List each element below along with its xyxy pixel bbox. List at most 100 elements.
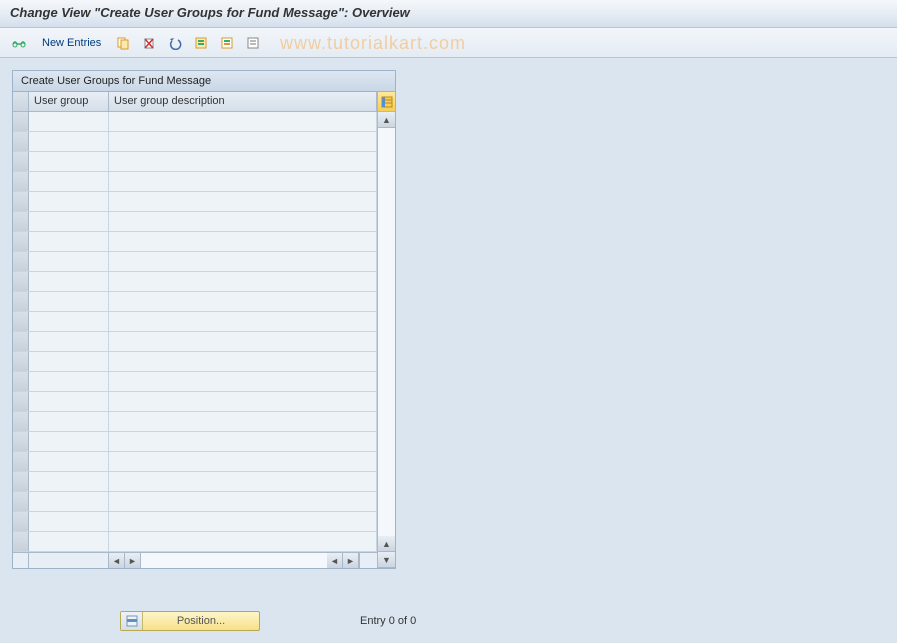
h-scroll-col-spacer [29,553,109,568]
panel-header: Create User Groups for Fund Message [13,71,395,92]
cell-user-group-desc[interactable] [109,452,377,471]
cell-user-group-desc[interactable] [109,172,377,191]
row-selector[interactable] [13,232,29,251]
scroll-right-button[interactable]: ► [125,553,141,568]
v-scroll-track[interactable] [378,128,395,536]
table-settings-button[interactable] [378,92,395,112]
cell-user-group[interactable] [29,472,109,491]
row-selector[interactable] [13,372,29,391]
row-selector[interactable] [13,272,29,291]
copy-button[interactable] [113,33,133,53]
undo-button[interactable] [165,33,185,53]
row-selector[interactable] [13,172,29,191]
cell-user-group[interactable] [29,452,109,471]
row-selector[interactable] [13,472,29,491]
cell-user-group-desc[interactable] [109,492,377,511]
cell-user-group-desc[interactable] [109,212,377,231]
page-title: Change View "Create User Groups for Fund… [10,5,410,20]
h-scroll-track[interactable] [141,553,327,568]
scroll-up-button[interactable]: ▲ [378,112,395,128]
column-header-user-group[interactable]: User group [29,92,109,111]
cell-user-group-desc[interactable] [109,512,377,531]
cell-user-group[interactable] [29,272,109,291]
cell-user-group[interactable] [29,312,109,331]
row-selector[interactable] [13,512,29,531]
deselect-all-button[interactable] [243,33,263,53]
cell-user-group[interactable] [29,532,109,551]
cell-user-group[interactable] [29,512,109,531]
scroll-down-end-button[interactable]: ▼ [378,552,395,568]
cell-user-group-desc[interactable] [109,412,377,431]
delete-button[interactable] [139,33,159,53]
cell-user-group[interactable] [29,352,109,371]
cell-user-group-desc[interactable] [109,392,377,411]
scroll-left-end-button[interactable]: ◄ [327,553,343,568]
cell-user-group-desc[interactable] [109,352,377,371]
row-selector[interactable] [13,292,29,311]
row-selector[interactable] [13,132,29,151]
row-selector[interactable] [13,452,29,471]
cell-user-group[interactable] [29,492,109,511]
cell-user-group[interactable] [29,372,109,391]
cell-user-group[interactable] [29,192,109,211]
position-button[interactable]: Position... [120,611,260,631]
row-selector[interactable] [13,312,29,331]
row-selector[interactable] [13,332,29,351]
cell-user-group-desc[interactable] [109,532,377,551]
row-selector[interactable] [13,412,29,431]
select-block-icon [220,36,234,50]
select-block-button[interactable] [217,33,237,53]
cell-user-group-desc[interactable] [109,232,377,251]
table-row [13,512,377,532]
cell-user-group-desc[interactable] [109,472,377,491]
cell-user-group[interactable] [29,112,109,131]
table-panel: Create User Groups for Fund Message User… [12,70,396,569]
cell-user-group-desc[interactable] [109,192,377,211]
cell-user-group[interactable] [29,172,109,191]
cell-user-group[interactable] [29,432,109,451]
cell-user-group[interactable] [29,332,109,351]
cell-user-group-desc[interactable] [109,332,377,351]
cell-user-group[interactable] [29,212,109,231]
cell-user-group[interactable] [29,132,109,151]
row-selector[interactable] [13,392,29,411]
cell-user-group[interactable] [29,392,109,411]
row-selector-header[interactable] [13,92,29,111]
cell-user-group-desc[interactable] [109,112,377,131]
cell-user-group-desc[interactable] [109,252,377,271]
table-row [13,432,377,452]
new-entries-button[interactable]: New Entries [36,34,107,52]
select-all-button[interactable] [191,33,211,53]
row-selector[interactable] [13,212,29,231]
cell-user-group-desc[interactable] [109,152,377,171]
row-selector[interactable] [13,532,29,551]
cell-user-group-desc[interactable] [109,272,377,291]
scroll-right-end-button[interactable]: ► [343,553,359,568]
row-selector[interactable] [13,112,29,131]
cell-user-group[interactable] [29,412,109,431]
cell-user-group-desc[interactable] [109,372,377,391]
cell-user-group[interactable] [29,232,109,251]
h-scroll-spacer [13,553,29,568]
row-selector[interactable] [13,252,29,271]
row-selector[interactable] [13,192,29,211]
glasses-icon [11,35,27,51]
cell-user-group[interactable] [29,292,109,311]
cell-user-group[interactable] [29,252,109,271]
row-selector[interactable] [13,432,29,451]
scroll-down-button[interactable]: ▲ [378,536,395,552]
cell-user-group-desc[interactable] [109,432,377,451]
row-selector[interactable] [13,352,29,371]
row-selector[interactable] [13,152,29,171]
other-view-button[interactable] [8,33,30,53]
cell-user-group-desc[interactable] [109,132,377,151]
cell-user-group-desc[interactable] [109,292,377,311]
cell-user-group-desc[interactable] [109,312,377,331]
entry-status: Entry 0 of 0 [360,615,416,627]
column-header-user-group-desc[interactable]: User group description [109,92,377,111]
table-main: User group User group description ◄ ► ◄ … [13,92,377,568]
cell-user-group[interactable] [29,152,109,171]
scroll-left-button[interactable]: ◄ [109,553,125,568]
row-selector[interactable] [13,492,29,511]
title-bar: Change View "Create User Groups for Fund… [0,0,897,28]
